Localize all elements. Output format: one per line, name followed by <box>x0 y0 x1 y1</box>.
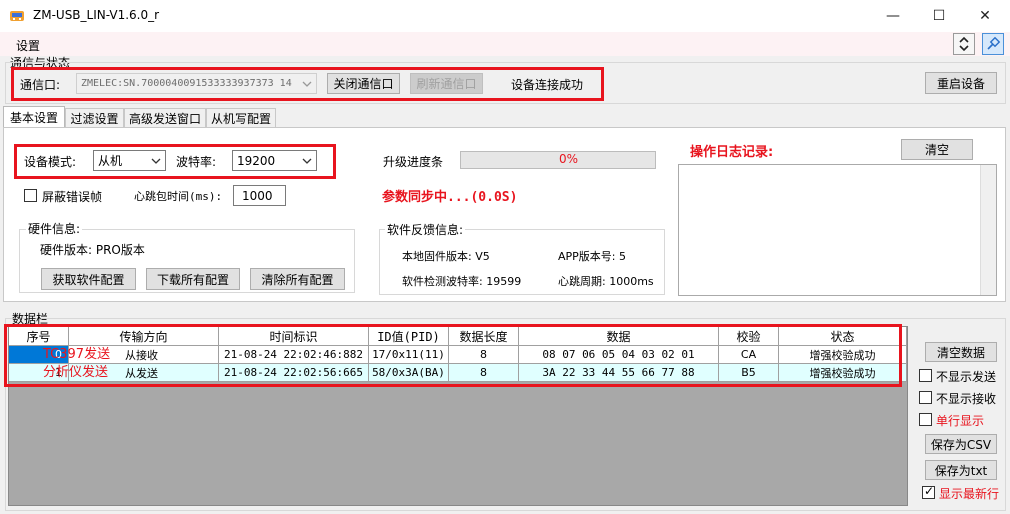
download-all-config-button[interactable]: 下载所有配置 <box>146 268 240 290</box>
mask-error-frame-label: 屏蔽错误帧 <box>42 190 103 204</box>
pin-icon <box>987 36 1001 50</box>
col-header-status[interactable]: 状态 <box>779 327 907 346</box>
maximize-button[interactable]: ☐ <box>916 0 962 32</box>
device-mode-value: 从机 <box>98 154 123 168</box>
upgrade-progress-bar: 0% <box>460 151 656 169</box>
hide-send-checkbox[interactable] <box>919 369 932 382</box>
connection-status: 设备连接成功 <box>511 78 584 92</box>
table-row-1-timestamp[interactable]: 21-08-24 22:02:56:665 <box>219 364 369 382</box>
dropdown-arrow-icon <box>302 81 312 87</box>
hardware-version: 硬件版本: PRO版本 <box>40 243 145 257</box>
tab-basic-settings[interactable]: 基本设置 <box>3 106 65 128</box>
collapse-icon <box>959 36 969 52</box>
port-value: ZMELEC:SN.7000040091533333937373 14 <box>81 78 292 89</box>
port-combo[interactable]: ZMELEC:SN.7000040091533333937373 14 <box>76 73 317 94</box>
app-icon <box>10 11 24 21</box>
device-mode-label: 设备模式: <box>24 155 77 169</box>
table-row-1-id[interactable]: 58/0x3A(BA) <box>369 364 449 382</box>
clear-all-config-button[interactable]: 清除所有配置 <box>250 268 345 290</box>
show-latest-row-checkbox[interactable] <box>922 484 935 499</box>
upgrade-progress-label: 升级进度条 <box>383 155 444 169</box>
single-line-checkbox[interactable] <box>919 413 932 426</box>
col-header-checksum[interactable]: 校验 <box>719 327 779 346</box>
log-scrollbar[interactable] <box>980 165 996 295</box>
tab-label: 从机写配置 <box>210 112 271 126</box>
port-label: 通信口: <box>20 78 61 92</box>
annotation-analyzer-send: 分析仪发送 <box>43 365 109 380</box>
save-csv-button[interactable]: 保存为CSV <box>925 434 997 454</box>
device-mode-combo[interactable]: 从机 <box>93 150 166 171</box>
refresh-port-button[interactable]: 刷新通信口 <box>410 73 483 94</box>
col-header-length[interactable]: 数据长度 <box>449 327 519 346</box>
data-grid[interactable]: 序号 传输方向 时间标识 ID值(PID) 数据长度 数据 校验 状态 0 从接… <box>8 326 908 506</box>
software-feedback-label: 软件反馈信息: <box>385 221 466 238</box>
table-row-1-checksum[interactable]: B5 <box>719 364 779 382</box>
upgrade-percent: 0% <box>559 152 579 166</box>
detected-baud-rate: 软件检测波特率: 19599 <box>402 275 522 288</box>
tab-label: 过滤设置 <box>70 112 119 126</box>
col-header-direction[interactable]: 传输方向 <box>69 327 219 346</box>
clear-data-button[interactable]: 清空数据 <box>925 342 997 362</box>
close-icon: ✕ <box>979 8 991 24</box>
annotation-tc397-send: TC397发送 <box>43 347 111 362</box>
tab-slave-write-config[interactable]: 从机写配置 <box>206 108 276 128</box>
heartbeat-value: 1000 <box>242 188 273 203</box>
hide-receive-checkbox[interactable] <box>919 391 932 404</box>
minimize-button[interactable]: — <box>870 0 916 32</box>
data-group-label: 数据栏 <box>12 312 49 326</box>
tab-filter-settings[interactable]: 过滤设置 <box>65 108 124 128</box>
hardware-info-label: 硬件信息: <box>26 220 83 237</box>
menu-strip <box>0 32 1010 56</box>
tab-advanced-send[interactable]: 高级发送窗口 <box>124 108 206 128</box>
table-row-0-id[interactable]: 17/0x11(11) <box>369 346 449 364</box>
heartbeat-label: 心跳包时间(ms): <box>134 190 223 203</box>
show-latest-row-label: 显示最新行 <box>939 487 1000 501</box>
save-txt-button[interactable]: 保存为txt <box>925 460 997 480</box>
baud-rate-combo[interactable]: 19200 <box>232 150 317 171</box>
table-row-0-checksum[interactable]: CA <box>719 346 779 364</box>
table-row-1-data[interactable]: 3A 22 33 44 55 66 77 88 <box>519 364 719 382</box>
pin-button[interactable] <box>982 33 1004 55</box>
tab-label: 基本设置 <box>9 111 58 125</box>
close-button[interactable]: ✕ <box>962 0 1008 32</box>
col-header-timestamp[interactable]: 时间标识 <box>219 327 369 346</box>
single-line-label: 单行显示 <box>936 414 985 428</box>
window-title: ZM-USB_LIN-V1.6.0_r <box>33 8 160 22</box>
app-version: APP版本号: 5 <box>558 250 626 263</box>
operation-log-textarea[interactable] <box>678 164 997 296</box>
restart-device-button[interactable]: 重启设备 <box>925 72 997 94</box>
table-row-0-length[interactable]: 8 <box>449 346 519 364</box>
dropdown-arrow-icon <box>151 158 161 164</box>
firmware-version: 本地固件版本: V5 <box>402 250 490 263</box>
table-row-0-timestamp[interactable]: 21-08-24 22:02:46:882 <box>219 346 369 364</box>
minimize-icon: — <box>886 8 900 24</box>
maximize-icon: ☐ <box>932 8 946 24</box>
tab-label: 高级发送窗口 <box>128 112 201 126</box>
col-header-id[interactable]: ID值(PID) <box>369 327 449 346</box>
table-row-0-status[interactable]: 增强校验成功 <box>779 346 907 364</box>
col-header-data[interactable]: 数据 <box>519 327 719 346</box>
collapse-button[interactable] <box>953 33 975 55</box>
table-row-1-length[interactable]: 8 <box>449 364 519 382</box>
mask-error-frame-checkbox[interactable] <box>24 189 37 202</box>
menu-settings[interactable]: 设置 <box>16 37 40 54</box>
get-software-config-button[interactable]: 获取软件配置 <box>41 268 136 290</box>
hide-receive-label: 不显示接收 <box>936 392 997 406</box>
hide-send-label: 不显示发送 <box>936 370 997 384</box>
baud-rate-value: 19200 <box>237 153 276 168</box>
col-header-index[interactable]: 序号 <box>9 327 69 346</box>
table-row-1-status[interactable]: 增强校验成功 <box>779 364 907 382</box>
clear-log-button[interactable]: 清空 <box>901 139 973 160</box>
dropdown-arrow-icon <box>302 158 312 164</box>
heartbeat-period: 心跳周期: 1000ms <box>558 275 654 288</box>
operation-log-title: 操作日志记录: <box>690 145 774 160</box>
sync-status: 参数同步中...(0.0S) <box>382 190 518 205</box>
heartbeat-input[interactable]: 1000 <box>233 185 286 206</box>
close-port-button[interactable]: 关闭通信口 <box>327 73 400 94</box>
table-row-0-data[interactable]: 08 07 06 05 04 03 02 01 <box>519 346 719 364</box>
baud-rate-label: 波特率: <box>176 155 217 169</box>
